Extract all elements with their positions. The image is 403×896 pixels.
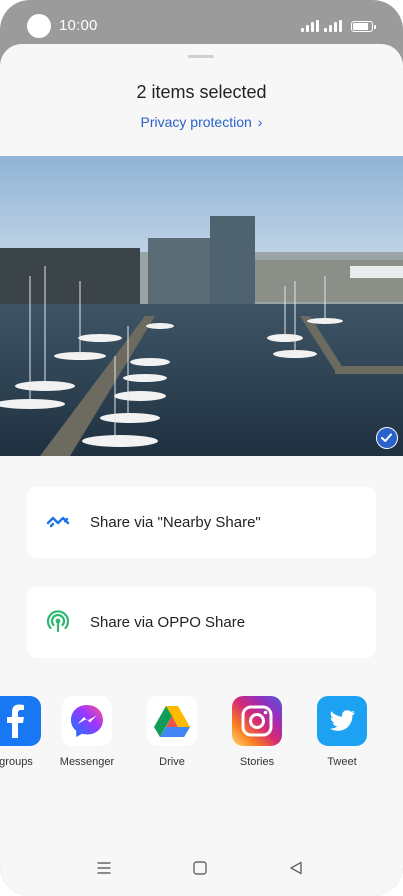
app-label: Tweet (327, 756, 357, 768)
nearby-share-label: Share via "Nearby Share" (90, 514, 261, 531)
selected-photo-preview[interactable] (0, 156, 403, 456)
back-icon[interactable] (288, 860, 304, 881)
sheet-handle[interactable] (188, 55, 214, 58)
facebook-icon (0, 696, 41, 746)
oppo-share-icon (46, 610, 70, 633)
privacy-protection-link[interactable]: Privacy protection › (0, 114, 403, 130)
signal-icon (301, 20, 319, 32)
camera-cutout (27, 14, 51, 38)
app-drive[interactable]: Drive (132, 696, 212, 768)
app-label: Stories (239, 756, 275, 768)
app-twitter-tweet[interactable]: Tweet (302, 696, 382, 768)
app-messenger[interactable]: Messenger (47, 696, 127, 768)
sheet-title: 2 items selected (136, 82, 267, 102)
status-time: 10:00 (59, 17, 98, 34)
twitter-icon (317, 696, 367, 746)
status-icons (301, 18, 376, 32)
nearby-share-option[interactable]: Share via "Nearby Share" (27, 487, 376, 558)
share-sheet: 2 items selected Privacy protection › Sh… (0, 44, 403, 896)
phone-frame: 10:00 2 items selected Privacy protectio… (0, 0, 403, 896)
battery-icon (351, 21, 376, 32)
app-share-row: groups Messenger Drive Stories Tweet (0, 696, 403, 776)
navigation-bar (0, 854, 403, 884)
messenger-icon (62, 696, 112, 746)
oppo-share-option[interactable]: Share via OPPO Share (27, 587, 376, 658)
drive-icon (147, 696, 197, 746)
status-bar: 10:00 (0, 0, 403, 46)
menu-icon[interactable] (96, 860, 112, 881)
chevron-right-icon: › (257, 114, 263, 130)
selected-check-icon[interactable] (376, 427, 398, 449)
nearby-share-icon (46, 516, 70, 528)
app-label: Messenger (59, 756, 115, 768)
oppo-share-label: Share via OPPO Share (90, 614, 246, 631)
privacy-link-label: Privacy protection (140, 114, 252, 130)
harbor-photo (0, 156, 403, 456)
instagram-icon (232, 696, 282, 746)
home-icon[interactable] (192, 860, 208, 881)
signal-icon (324, 20, 342, 32)
app-instagram-stories[interactable]: Stories (217, 696, 297, 768)
app-label: Drive (159, 756, 185, 768)
